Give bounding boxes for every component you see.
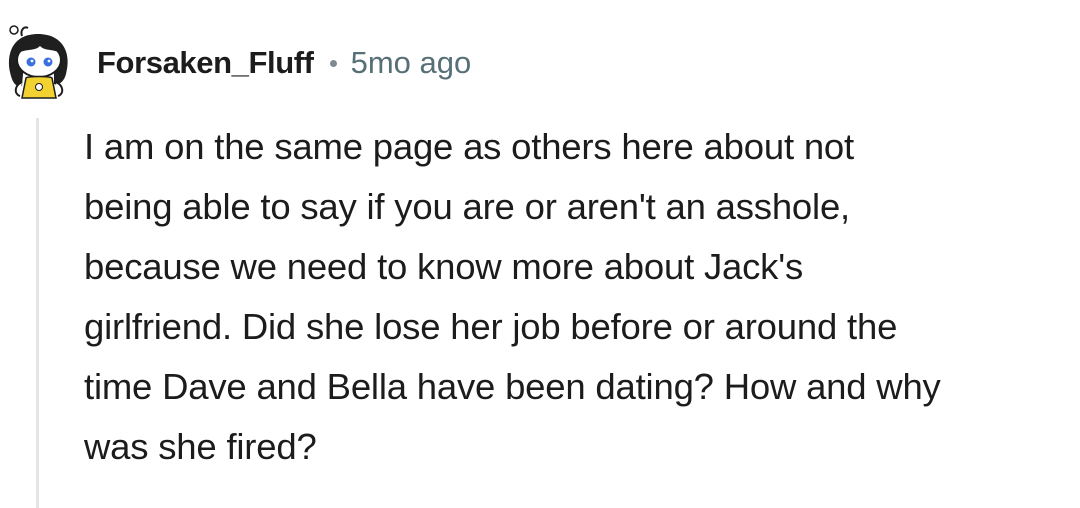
- user-avatar[interactable]: [4, 22, 74, 100]
- comment-body-line: was she fired?: [84, 426, 317, 467]
- comment-body-line: girlfriend. Did she lose her job before …: [84, 306, 898, 347]
- separator-dot: [329, 59, 337, 67]
- comment: Forsaken_Fluff 5mo ago I am on the same …: [0, 0, 1080, 508]
- snoo-avatar-icon: [9, 25, 68, 99]
- comment-body: I am on the same page as others here abo…: [84, 117, 1074, 477]
- comment-timestamp: 5mo ago: [350, 45, 472, 80]
- username-link[interactable]: Forsaken_Fluff: [97, 45, 314, 81]
- thread-collapse-line[interactable]: [36, 118, 39, 508]
- comment-body-line: time Dave and Bella have been dating? Ho…: [84, 366, 941, 407]
- comment-body-line: being able to say if you are or aren't a…: [84, 186, 850, 227]
- comment-header: Forsaken_Fluff 5mo ago: [97, 40, 471, 86]
- comment-body-line: I am on the same page as others here abo…: [84, 126, 854, 167]
- comment-body-line: because we need to know more about Jack'…: [84, 246, 804, 287]
